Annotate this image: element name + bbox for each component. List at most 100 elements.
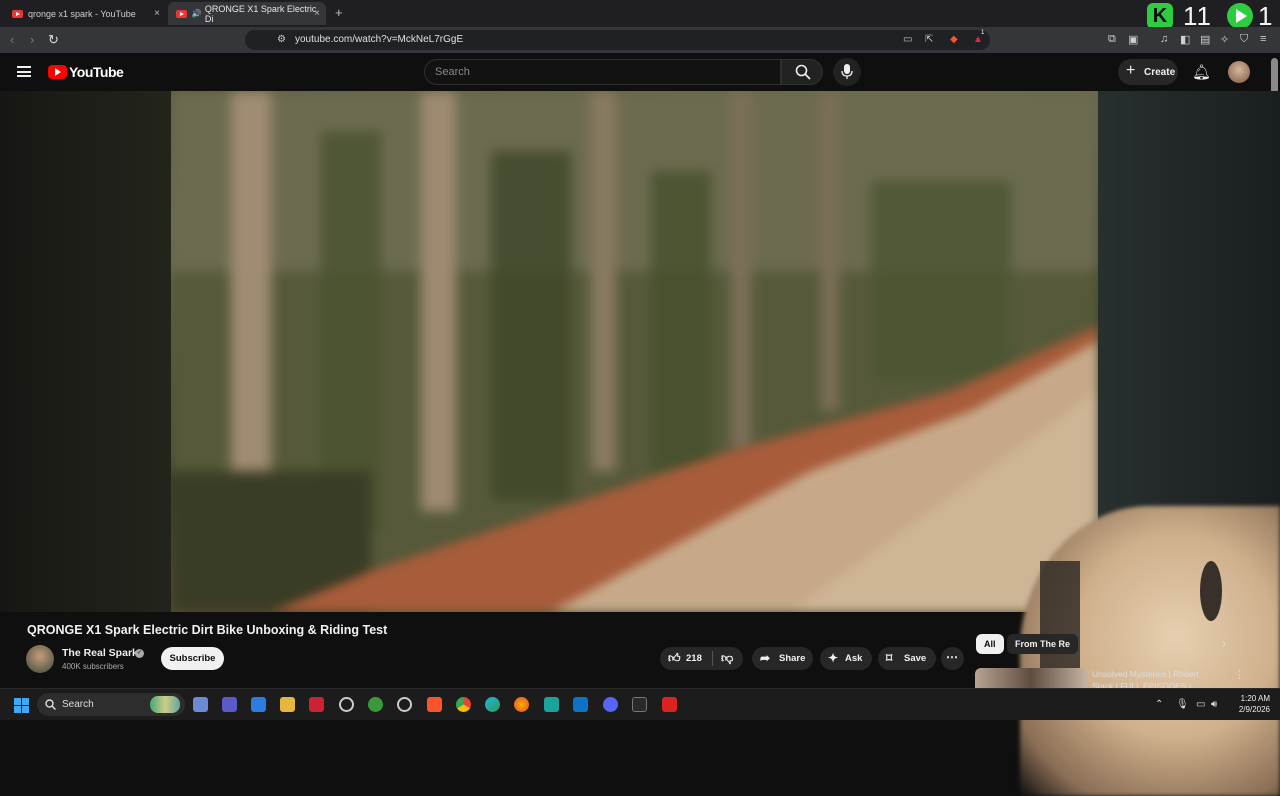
chip-from-the-real[interactable]: From The Re <box>1007 634 1079 654</box>
shields-badge: 1 <box>981 30 985 36</box>
media-icon[interactable]: ♫ <box>1160 33 1168 45</box>
chrome-icon[interactable] <box>456 697 471 712</box>
notifications-bell-icon[interactable]: 🔔︎ <box>1192 63 1211 81</box>
search-input[interactable]: Search <box>424 59 781 85</box>
channel-name[interactable]: The Real Spark <box>62 647 138 659</box>
recommendation-thumbnail[interactable] <box>975 668 1087 688</box>
forward-icon[interactable]: › <box>30 32 34 47</box>
search-highlight-icon <box>150 696 180 713</box>
url-text: youtube.com/watch?v=MckNeL7rGgE <box>295 34 464 45</box>
browser-tab-strip: qronge x1 spark - YouTube × 🔊 QRONGE X1 … <box>0 0 1280 27</box>
brave-browser-icon[interactable] <box>427 697 442 712</box>
browser-toolbar: ‹ › ↻ ⌑ ⚙ youtube.com/watch?v=MckNeL7rGg… <box>0 27 1280 53</box>
webcam-fan <box>1200 561 1222 621</box>
chip-next-icon[interactable]: › <box>1222 636 1226 650</box>
more-actions-button[interactable]: ⋯ <box>941 647 964 670</box>
tab-label: qronge x1 spark - YouTube <box>28 8 136 19</box>
youtube-logo-text[interactable]: YouTube <box>69 64 124 80</box>
save-button[interactable]: ⌑ Save <box>878 647 936 670</box>
account-avatar[interactable] <box>1228 61 1250 83</box>
windows-start-icon[interactable] <box>14 698 29 713</box>
vpn-icon[interactable]: ▤ <box>1200 33 1210 46</box>
tab-video[interactable]: 🔊 QRONGE X1 Spark Electric Di × <box>168 2 326 25</box>
app-icon-4[interactable] <box>368 697 383 712</box>
task-view-icon[interactable] <box>193 697 208 712</box>
discord-icon[interactable] <box>603 697 618 712</box>
subscribe-button[interactable]: Subscribe <box>161 647 224 670</box>
voice-search-button[interactable] <box>833 58 861 86</box>
extensions-icon[interactable]: ⧉ <box>1108 33 1116 46</box>
taskbar-clock[interactable]: 1:20 AM 2/9/2026 <box>1230 693 1270 715</box>
tab-label: QRONGE X1 Spark Electric Di <box>204 3 317 24</box>
leo-icon[interactable]: ✧ <box>1220 33 1229 46</box>
k-overlay-icon: K <box>1147 3 1173 29</box>
file-explorer-icon[interactable] <box>280 697 295 712</box>
microphone-icon <box>841 64 853 79</box>
share-icon: ➦ <box>760 651 771 665</box>
tab-search-results[interactable]: qronge x1 spark - YouTube × <box>4 2 166 25</box>
volume-icon[interactable]: 🔊︎ <box>1211 699 1217 710</box>
edge-icon[interactable] <box>485 697 500 712</box>
channel-avatar[interactable] <box>26 645 54 673</box>
thumbs-up-icon[interactable]: 👍︎ <box>668 651 681 666</box>
create-label: Create <box>1144 67 1176 78</box>
app-icon-8[interactable] <box>662 697 677 712</box>
address-bar[interactable]: ⚙ youtube.com/watch?v=MckNeL7rGgE ▭ ⇱ ◆ … <box>245 30 990 50</box>
video-frame[interactable] <box>171 91 1098 612</box>
app-icon-3[interactable] <box>309 697 324 712</box>
wallet-icon[interactable]: ▣ <box>1128 33 1138 46</box>
ask-label: Ask <box>845 653 863 664</box>
taskbar-search[interactable]: Search <box>37 693 185 716</box>
app-icon-6[interactable] <box>544 697 559 712</box>
like-count[interactable]: 218 <box>686 653 702 664</box>
cast-icon[interactable]: ▭ <box>903 34 912 45</box>
clock-date: 2/9/2026 <box>1238 705 1270 714</box>
youtube-favicon-icon <box>12 9 23 18</box>
share-page-icon[interactable]: ⇱ <box>925 34 933 45</box>
guide-menu-icon[interactable] <box>17 66 31 77</box>
speaker-icon: 🔊 <box>191 9 202 18</box>
plus-icon: + <box>1126 62 1136 79</box>
share-label: Share <box>779 653 806 664</box>
tab-close-icon[interactable]: × <box>314 8 320 19</box>
video-player[interactable] <box>0 91 1280 796</box>
ask-button[interactable]: ✦ Ask <box>820 647 872 670</box>
site-info-icon[interactable]: ⚙ <box>277 34 286 45</box>
dirt-trail <box>271 326 1098 612</box>
search-placeholder: Search <box>435 66 470 78</box>
divider <box>712 651 713 666</box>
windows-taskbar: Search ⌃ 🎙︎ ▭ 🔊︎ 1:20 AM 2/9/2026 <box>0 688 1280 720</box>
reload-icon[interactable]: ↻ <box>48 32 59 48</box>
tab-close-icon[interactable]: × <box>154 8 160 19</box>
share-button[interactable]: ➦ Share <box>752 647 813 670</box>
network-icon[interactable]: ▭ <box>1196 699 1205 710</box>
app-icon-5[interactable] <box>397 697 412 712</box>
sidebar-icon[interactable]: ◧ <box>1180 33 1190 46</box>
more-horizontal-icon: ⋯ <box>946 650 958 664</box>
brave-shields-icon[interactable]: ◆ <box>950 34 958 45</box>
taskbar-search-icon <box>45 699 56 710</box>
youtube-logo-icon[interactable] <box>48 65 67 79</box>
app-icon-7[interactable] <box>632 697 647 712</box>
create-button[interactable]: + Create <box>1118 59 1178 85</box>
menu-icon[interactable]: ≡ <box>1260 33 1266 45</box>
app-icon-2[interactable] <box>251 697 266 712</box>
firefox-icon[interactable] <box>514 697 529 712</box>
thumbs-down-icon[interactable]: 👎︎ <box>721 651 733 666</box>
tray-mic-icon[interactable]: 🎙︎ <box>1176 699 1189 710</box>
chip-all[interactable]: All <box>976 634 1004 654</box>
recommendation-more-icon[interactable]: ⋮ <box>1234 668 1245 681</box>
app-icon-1[interactable] <box>222 697 237 712</box>
bookmark-save-icon: ⌑ <box>886 651 893 665</box>
subscriber-count: 400K subscribers <box>62 662 124 671</box>
security-icon[interactable]: ⛉ <box>1240 33 1248 46</box>
tray-chevron-icon[interactable]: ⌃ <box>1155 699 1163 710</box>
search-icon <box>795 64 811 80</box>
clock-app-icon[interactable] <box>339 697 354 712</box>
vscode-icon[interactable] <box>573 697 588 712</box>
save-label: Save <box>904 653 927 664</box>
new-tab-button[interactable]: + <box>335 5 343 20</box>
back-icon[interactable]: ‹ <box>10 32 14 47</box>
like-dislike-group: 👍︎ 218 👎︎ <box>660 647 743 670</box>
search-button[interactable] <box>781 59 823 85</box>
